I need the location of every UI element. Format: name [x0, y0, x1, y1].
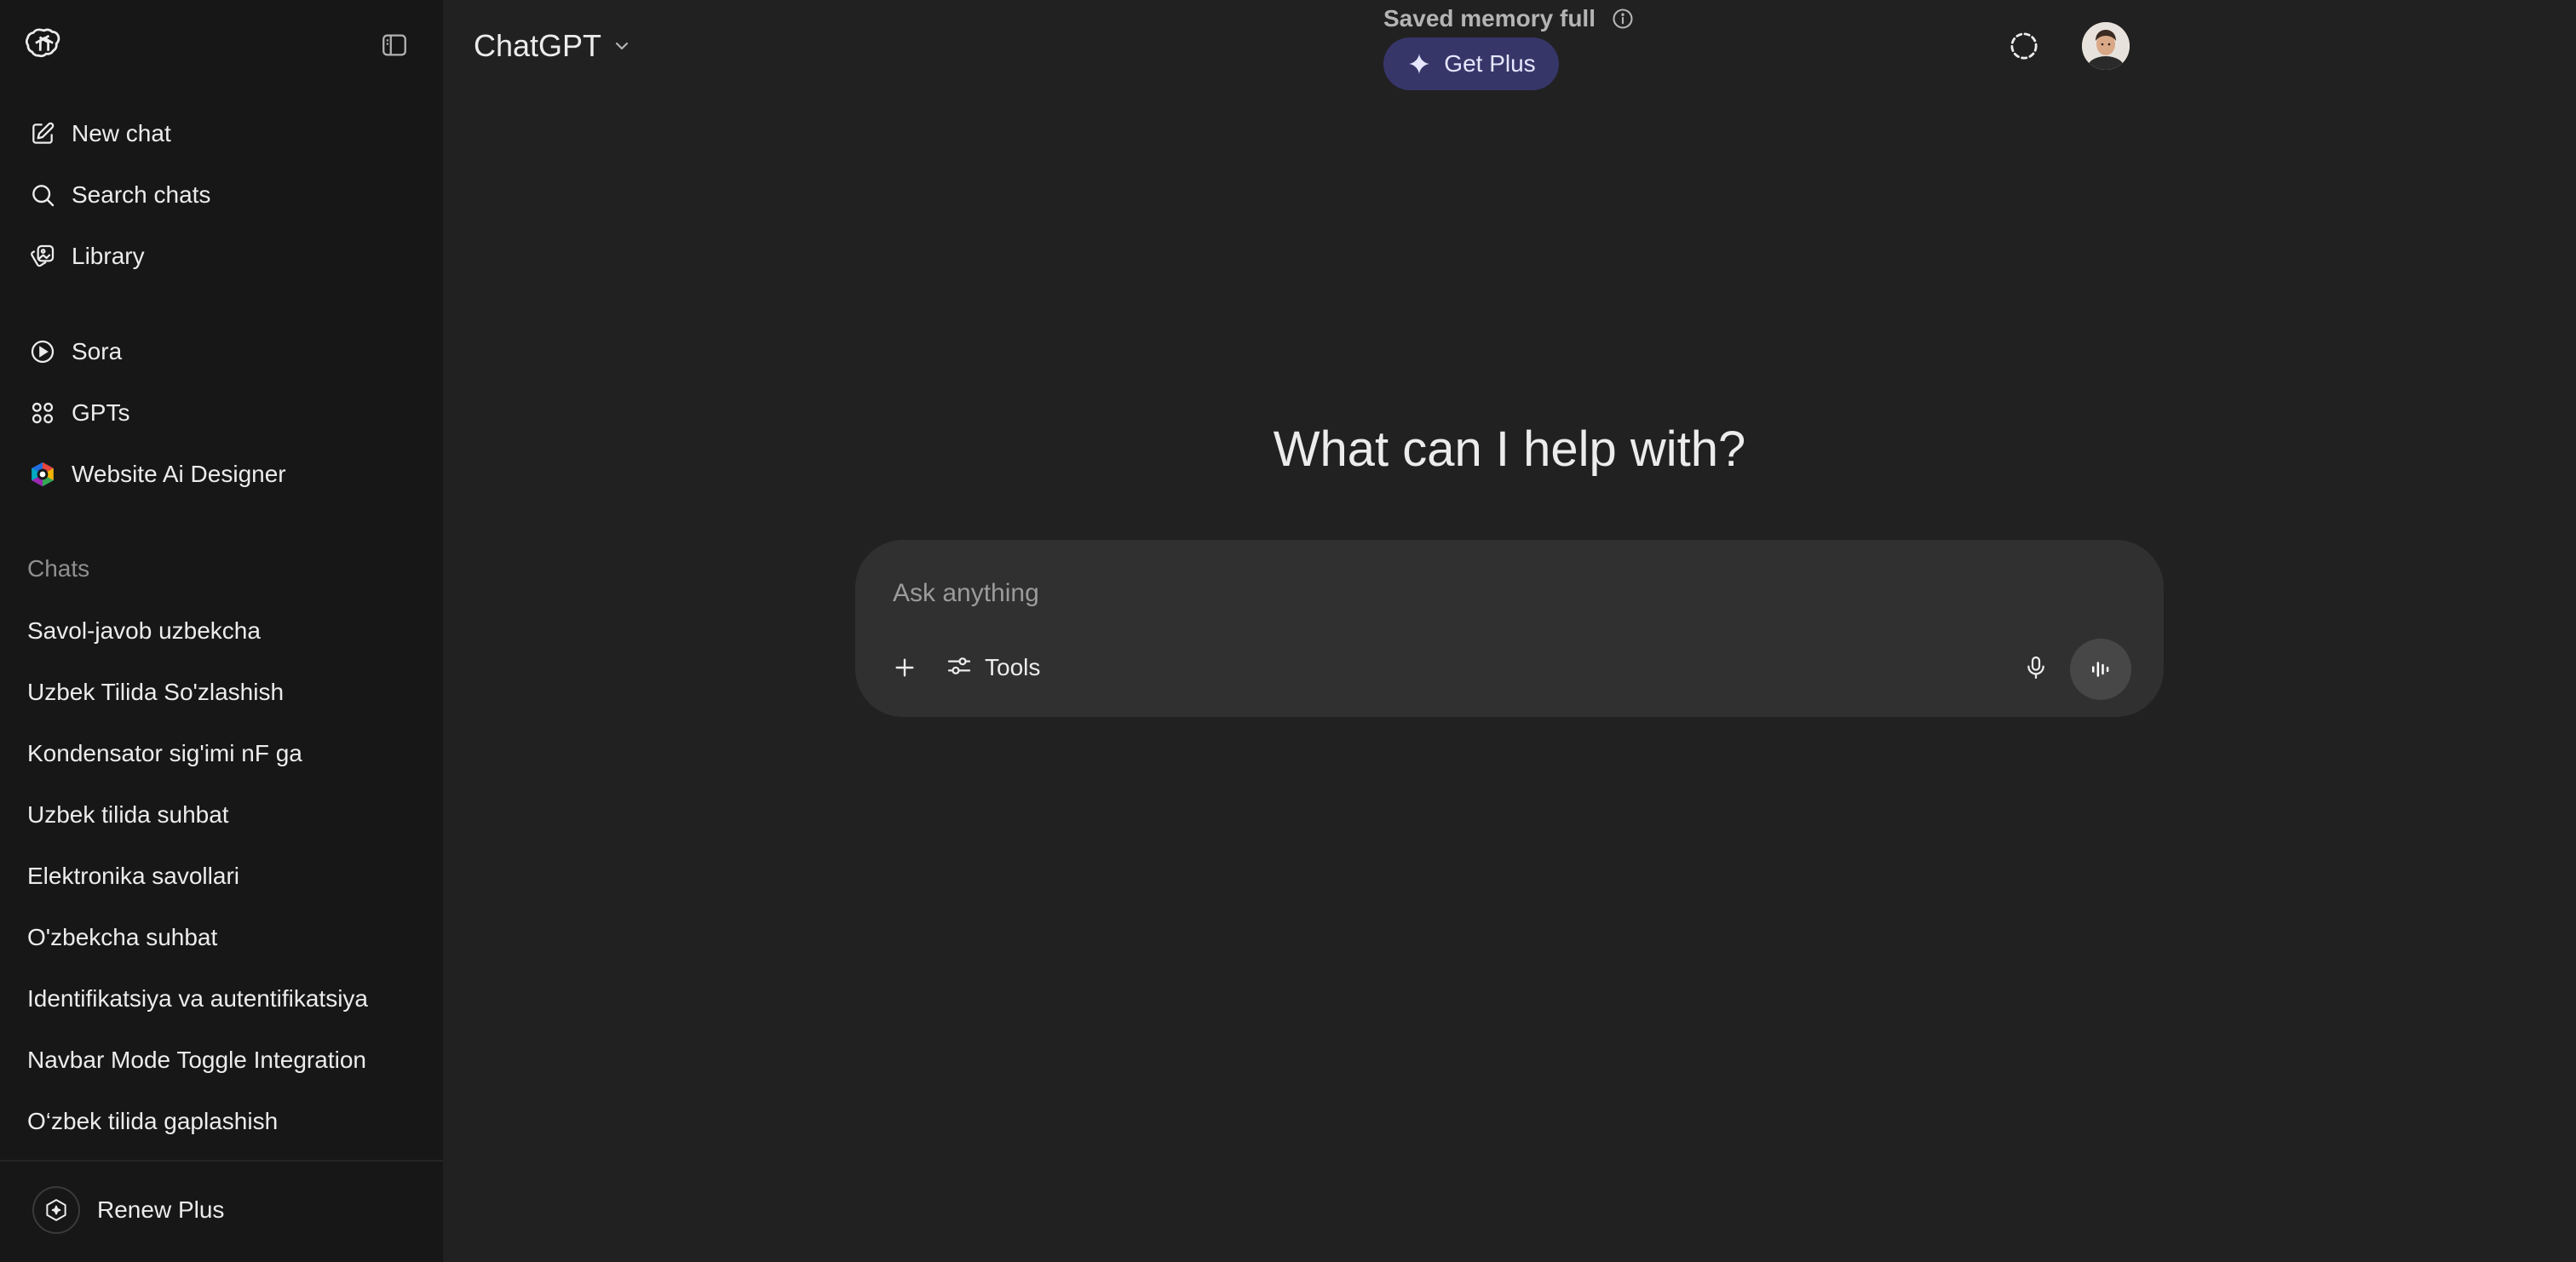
get-plus-button[interactable]: Get Plus	[1383, 37, 1559, 90]
renew-plus-button[interactable]: Renew Plus	[15, 1182, 428, 1238]
sora-label: Sora	[72, 338, 123, 364]
sparkle-icon	[1406, 51, 1432, 77]
memory-notice-text: Saved memory full	[1383, 5, 1596, 32]
renew-plus-label: Renew Plus	[97, 1196, 225, 1223]
chat-title: Identifikatsiya va autentifikatsiya	[27, 985, 368, 1012]
library-icon	[27, 241, 58, 272]
prompt-input[interactable]	[891, 571, 2087, 617]
new-chat-label: New chat	[72, 120, 171, 146]
search-chats-label: Search chats	[72, 181, 211, 208]
tools-label: Tools	[985, 654, 1041, 680]
chat-title: O‘zbek tilida gaplashish	[27, 1108, 279, 1134]
gpt-logo-icon	[27, 459, 58, 490]
chat-title: Uzbek Tilida So'zlashish	[27, 679, 285, 705]
website-ai-designer-label: Website Ai Designer	[72, 461, 286, 487]
microphone-button[interactable]	[2012, 644, 2060, 691]
tools-button[interactable]: Tools	[946, 644, 1040, 691]
voice-waveform-icon	[2092, 662, 2109, 677]
plus-icon	[895, 658, 914, 677]
sidebar: New chat Search chats Library Sora GPTs …	[0, 0, 443, 1262]
chat-item[interactable]: Uzbek Tilida So'zlashish	[15, 666, 428, 719]
chatgpt-app: New chat Search chats Library Sora GPTs …	[0, 0, 2576, 1262]
new-chat-icon	[27, 118, 58, 149]
chat-title: O'zbekcha suhbat	[27, 924, 218, 950]
search-icon	[27, 180, 58, 210]
openai-logo-icon[interactable]	[25, 26, 63, 63]
chat-item[interactable]: Uzbek tilida suhbat	[15, 789, 428, 841]
composer: Tools	[855, 540, 2164, 717]
model-name: ChatGPT	[474, 28, 602, 63]
memory-notice: Saved memory full	[1383, 5, 1635, 32]
gpts-label: GPTs	[72, 399, 130, 426]
temporary-chat-icon[interactable]	[2007, 29, 2041, 63]
get-plus-label: Get Plus	[1444, 50, 1536, 77]
chat-item[interactable]: Identifikatsiya va autentifikatsiya	[15, 972, 428, 1025]
library-button[interactable]: Library	[15, 230, 428, 283]
chat-title: Savol-javob uzbekcha	[27, 617, 261, 644]
chat-item[interactable]: Savol-javob uzbekcha	[15, 605, 428, 657]
play-icon	[27, 336, 58, 367]
chevron-down-icon	[612, 36, 632, 56]
main-area: ChatGPT Saved memory full Get Plus What …	[443, 0, 2576, 1262]
chat-item[interactable]: O'zbekcha suhbat	[15, 911, 428, 964]
chat-item[interactable]: Kondensator sig'imi nF ga	[15, 727, 428, 780]
add-attachment-button[interactable]	[881, 644, 929, 691]
info-icon[interactable]	[1611, 7, 1635, 31]
chat-title: Elektronika savollari	[27, 863, 239, 889]
sidebar-toggle-icon[interactable]	[380, 31, 409, 60]
chats-heading: Chats	[27, 555, 90, 582]
chat-item[interactable]: Elektronika savollari	[15, 850, 428, 903]
voice-mode-button[interactable]	[2070, 639, 2131, 700]
new-chat-button[interactable]: New chat	[15, 107, 428, 160]
chat-title: Kondensator sig'imi nF ga	[27, 740, 302, 766]
model-selector[interactable]: ChatGPT	[474, 24, 642, 68]
website-ai-designer-button[interactable]: Website Ai Designer	[15, 448, 428, 501]
chat-item[interactable]: Navbar Mode Toggle Integration	[15, 1034, 428, 1087]
microphone-icon	[2027, 656, 2044, 680]
gpts-button[interactable]: GPTs	[15, 387, 428, 439]
sidebar-header	[0, 0, 443, 92]
chat-title: Navbar Mode Toggle Integration	[27, 1047, 366, 1073]
library-label: Library	[72, 243, 145, 269]
gpts-grid-icon	[27, 398, 58, 428]
sliders-icon	[946, 652, 973, 684]
page-title: What can I help with?	[1273, 422, 1746, 477]
search-chats-button[interactable]: Search chats	[15, 169, 428, 221]
chat-title: Uzbek tilida suhbat	[27, 801, 229, 828]
sidebar-divider	[0, 1160, 443, 1162]
plus-badge-icon	[32, 1186, 80, 1234]
avatar[interactable]	[2082, 22, 2130, 70]
chat-item[interactable]: O‘zbek tilida gaplashish	[15, 1095, 428, 1148]
sora-button[interactable]: Sora	[15, 325, 428, 378]
